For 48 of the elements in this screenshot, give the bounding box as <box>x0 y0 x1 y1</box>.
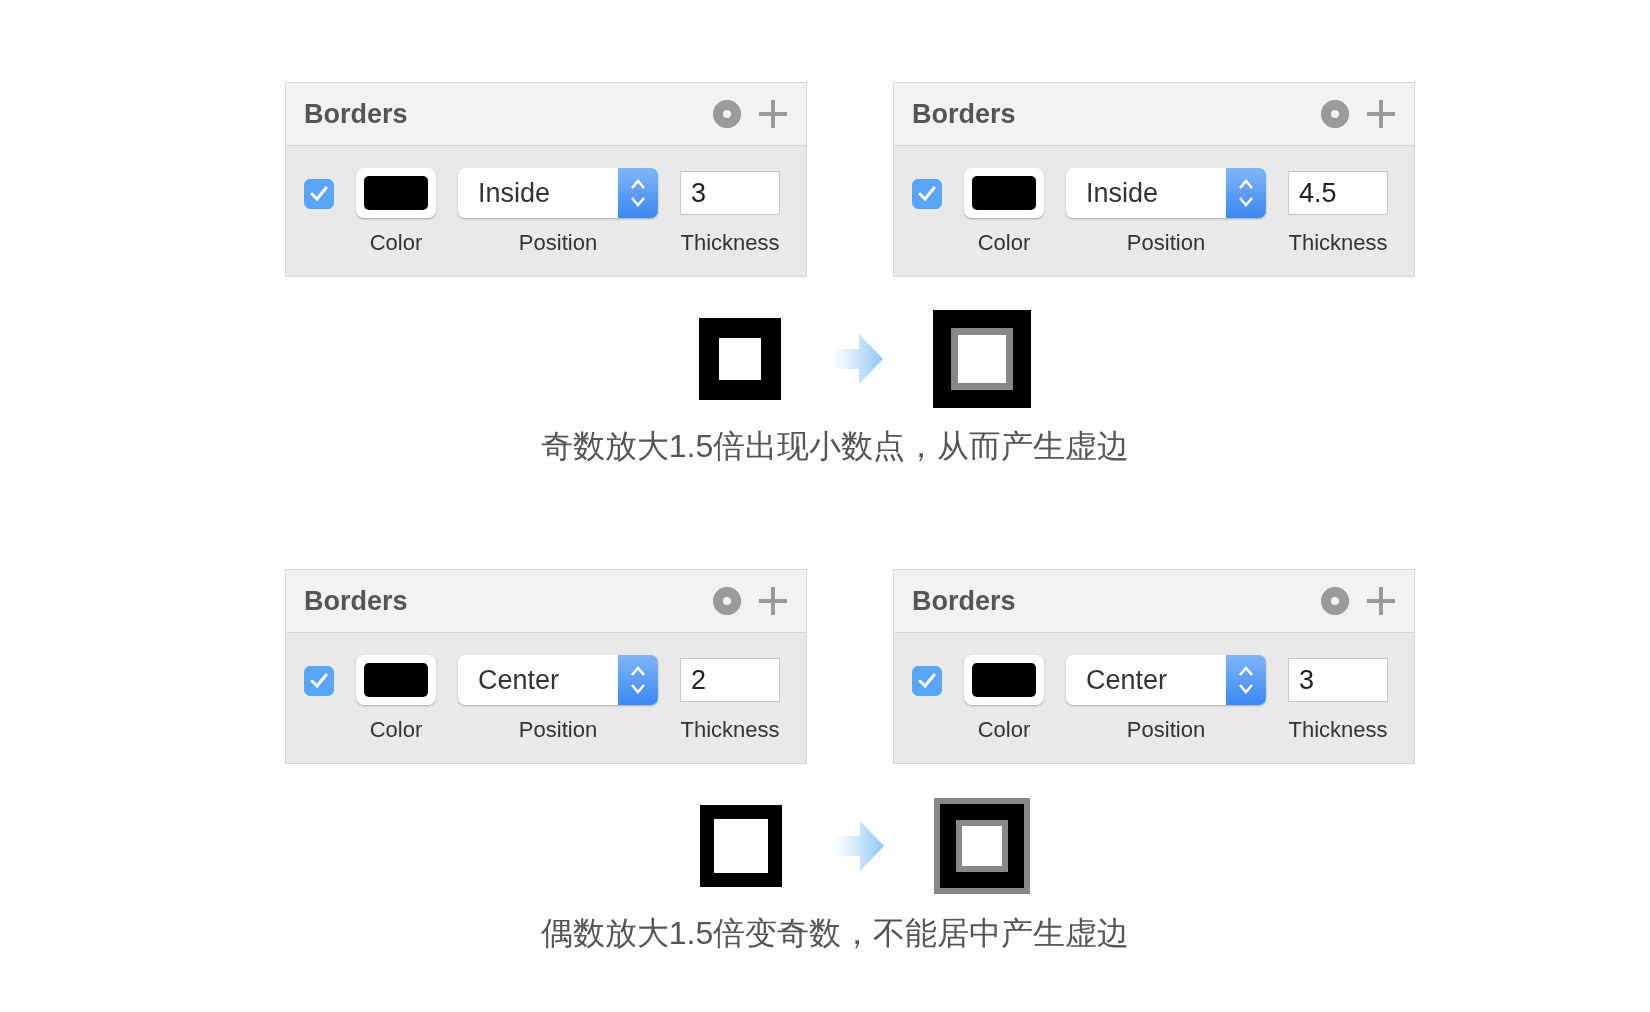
plus-icon <box>758 99 788 129</box>
field-label: Thickness <box>1288 230 1388 256</box>
field-label: Position <box>1126 230 1206 256</box>
arrow-icon <box>831 334 883 384</box>
field-label: Position <box>518 230 598 256</box>
color-well[interactable] <box>356 168 436 218</box>
field-label: Color <box>369 717 423 743</box>
caption-text: 偶数放大1.5倍变奇数，不能居中产生虚边 <box>539 914 1131 953</box>
checkbox[interactable] <box>912 666 942 696</box>
position-dropdown[interactable]: Inside <box>1066 168 1266 218</box>
checkmark-icon <box>917 184 937 204</box>
checkmark-icon <box>309 184 329 204</box>
field-label: Thickness <box>680 717 780 743</box>
position-dropdown[interactable]: Center <box>1066 655 1266 705</box>
checkbox[interactable] <box>304 179 334 209</box>
panel-title: Borders <box>912 585 1017 617</box>
panel-title: Borders <box>912 98 1017 130</box>
color-well[interactable] <box>356 655 436 705</box>
field-label: Color <box>369 230 423 256</box>
plus-icon <box>1366 586 1396 616</box>
thickness-field[interactable]: 4.5 <box>1288 171 1388 215</box>
field-label: Thickness <box>680 230 780 256</box>
thickness-field[interactable]: 3 <box>1288 658 1388 702</box>
checkmark-icon <box>309 671 329 691</box>
checkbox[interactable] <box>912 179 942 209</box>
thickness-field[interactable]: 3 <box>680 171 780 215</box>
position-dropdown[interactable]: Center <box>458 655 658 705</box>
add-button[interactable] <box>1366 99 1396 129</box>
position-dropdown[interactable]: Inside <box>458 168 658 218</box>
checkmark-icon <box>917 671 937 691</box>
field-label: Thickness <box>1288 717 1388 743</box>
field-label: Position <box>1126 717 1206 743</box>
field-label: Color <box>977 230 1031 256</box>
checkbox[interactable] <box>304 666 334 696</box>
field-label: Color <box>977 717 1031 743</box>
thickness-field[interactable]: 2 <box>680 658 780 702</box>
panel-title: Borders <box>304 98 409 130</box>
plus-icon <box>758 586 788 616</box>
add-button[interactable] <box>1366 586 1396 616</box>
arrow-icon <box>832 821 884 871</box>
caption-text: 奇数放大1.5倍出现小数点，从而产生虚边 <box>539 427 1131 466</box>
plus-icon <box>1366 99 1396 129</box>
color-well[interactable] <box>964 655 1044 705</box>
panel-title: Borders <box>304 585 409 617</box>
add-button[interactable] <box>758 99 788 129</box>
add-button[interactable] <box>758 586 788 616</box>
color-well[interactable] <box>964 168 1044 218</box>
field-label: Position <box>518 717 598 743</box>
